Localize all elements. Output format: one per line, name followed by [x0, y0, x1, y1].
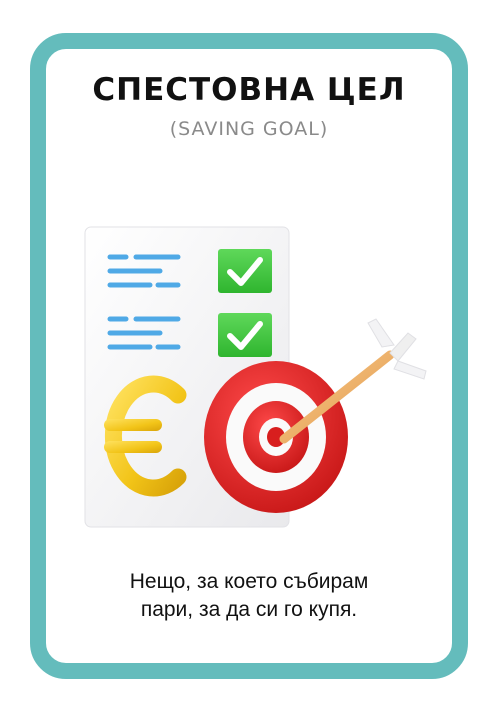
- card-subtitle: (SAVING GOAL): [169, 118, 329, 140]
- card-title: СПЕСТОВНА ЦЕЛ: [92, 72, 406, 108]
- target-icon: [204, 361, 348, 513]
- card-caption: Нещо, за което събирам пари, за да си го…: [30, 568, 468, 624]
- caption-line-2: пари, за да си го купя.: [140, 598, 358, 621]
- caption-line-1: Нещо, за което събирам: [129, 570, 369, 593]
- checkmark-icon: [218, 313, 272, 357]
- saving-goal-illustration: [84, 226, 427, 528]
- checkmark-icon: [218, 249, 272, 293]
